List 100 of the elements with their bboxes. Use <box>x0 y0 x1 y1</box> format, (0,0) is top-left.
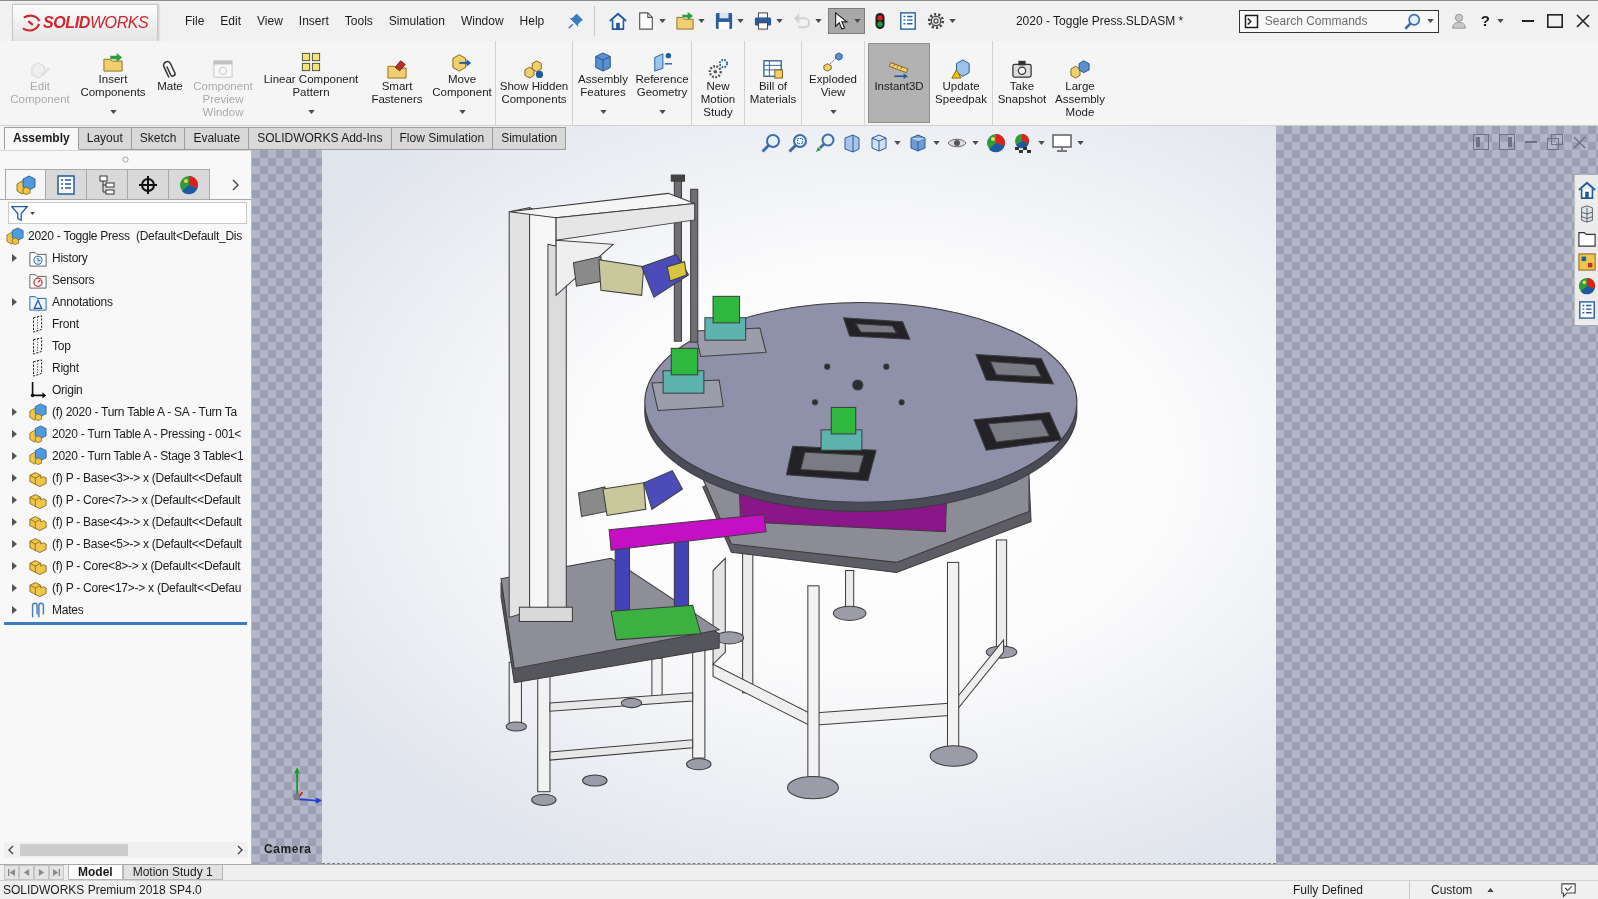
units-selector[interactable]: Custom <box>1431 882 1473 898</box>
scrollbar-thumb[interactable] <box>20 844 128 856</box>
expand-arrow-icon[interactable] <box>11 254 17 262</box>
ribbon-button[interactable]: Smart Fasteners <box>365 43 429 123</box>
tree-item[interactable]: Sensors <box>52 272 95 288</box>
tree-item[interactable]: (f) P - Core<17>-> x (Default<<Defau <box>52 580 242 596</box>
horizontal-scrollbar[interactable] <box>4 842 247 858</box>
menu-item[interactable]: Edit <box>212 11 250 31</box>
command-prompt-icon <box>1243 13 1259 29</box>
caret-icon[interactable] <box>1426 19 1434 23</box>
command-tab[interactable]: Flow Simulation <box>391 127 494 150</box>
ribbon-button[interactable]: Move Component <box>429 43 495 123</box>
shaded-cube-icon <box>908 132 928 153</box>
folder-icon[interactable] <box>1577 229 1596 247</box>
chat-check-icon[interactable] <box>1560 882 1577 898</box>
expand-arrow-icon[interactable] <box>11 518 17 526</box>
ribbon-button[interactable]: Update Speedpak <box>930 43 992 123</box>
chevron-right-icon[interactable] <box>237 845 243 855</box>
maximize-icon[interactable] <box>1547 14 1563 28</box>
ribbon-button[interactable]: Take Snapshot <box>993 43 1051 123</box>
expand-arrow-icon[interactable] <box>11 540 17 548</box>
color-ball-icon[interactable] <box>1577 277 1596 295</box>
tree-item[interactable]: (f) 2020 - Turn Table A - SA - Turn Ta <box>52 404 237 420</box>
tree-item[interactable]: Mates <box>52 602 84 618</box>
tree-item[interactable]: (f) P - Core<7>-> x (Default<<Default <box>52 492 241 508</box>
search-field[interactable]: Search Commands <box>1264 13 1398 29</box>
command-tab[interactable]: Assembly <box>4 127 79 150</box>
expand-arrow-icon[interactable] <box>11 408 17 416</box>
menu-item[interactable]: Simulation <box>380 11 453 31</box>
sheet-tab[interactable]: Motion Study 1 <box>122 865 223 880</box>
menu-item[interactable]: Tools <box>336 11 381 31</box>
menu-item[interactable]: File <box>177 11 213 31</box>
tree-item[interactable]: (f) P - Base<5>-> x (Default<<Default <box>52 536 242 552</box>
tree-item[interactable]: 2020 - Toggle Press (Default<Default_Dis <box>28 228 242 244</box>
triangle-right-icon[interactable] <box>38 869 45 876</box>
chevron-right-icon[interactable] <box>232 178 239 191</box>
search-box[interactable]: Search Commands <box>1238 9 1439 33</box>
tree-item[interactable]: 2020 - Turn Table A - Pressing - 001< <box>52 426 241 442</box>
select-button[interactable] <box>828 8 866 34</box>
expand-arrow-icon[interactable] <box>11 584 17 592</box>
ribbon-button[interactable]: Insert Components <box>75 43 151 123</box>
ribbon-button[interactable]: Bill of Materials <box>745 43 801 123</box>
command-tab[interactable]: Sketch <box>131 127 186 150</box>
plane-point-icon <box>652 52 672 72</box>
sheet-tab[interactable]: Model <box>68 865 123 880</box>
menu-item[interactable]: View <box>249 11 291 31</box>
expand-arrow-icon[interactable] <box>11 606 17 614</box>
menu-item[interactable]: Window <box>452 11 512 31</box>
tree-item[interactable]: 2020 - Turn Table A - Stage 3 Table<1 <box>52 448 244 464</box>
manager-tab[interactable] <box>128 169 169 199</box>
view-label: Camera <box>264 841 313 856</box>
palette-grid-icon[interactable] <box>1577 253 1596 271</box>
expand-arrow-icon[interactable] <box>11 474 17 482</box>
tree-item[interactable]: (f) P - Core<8>-> x (Default<<Default <box>52 558 241 574</box>
splitter-handle-icon[interactable] <box>122 156 129 163</box>
triangle-left-icon[interactable] <box>23 869 30 876</box>
ribbon-button[interactable]: Exploded View <box>802 43 864 123</box>
command-tab[interactable]: Evaluate <box>185 127 250 150</box>
filter-field[interactable] <box>8 202 247 224</box>
ribbon-button[interactable]: Large Assembly Mode <box>1051 43 1109 123</box>
menu-item[interactable]: Insert <box>290 11 337 31</box>
expand-arrow-icon[interactable] <box>11 298 17 306</box>
tree-item[interactable]: Origin <box>52 382 83 398</box>
tree-item[interactable]: History <box>52 250 88 266</box>
expand-arrow-icon[interactable] <box>11 430 17 438</box>
command-tab[interactable]: SOLIDWORKS Add-Ins <box>249 127 392 150</box>
tree-item[interactable]: Annotations <box>52 294 113 310</box>
ribbon-button[interactable]: Reference Geometry <box>633 43 691 123</box>
expand-arrow-icon[interactable] <box>11 496 17 504</box>
chevron-left-icon[interactable] <box>8 845 14 855</box>
cube-icon <box>869 132 889 153</box>
tree-item[interactable]: (f) P - Base<4>-> x (Default<<Default <box>52 514 242 530</box>
caret-icon <box>1497 19 1504 23</box>
expand-arrow-icon[interactable] <box>11 452 17 460</box>
ribbon-button[interactable]: Linear Component Pattern <box>257 43 365 123</box>
ribbon-button[interactable]: Instant3D <box>868 43 930 123</box>
command-tab[interactable]: Simulation <box>493 127 567 150</box>
caret-up-icon[interactable] <box>1487 888 1495 892</box>
tree-item[interactable]: Top <box>52 338 71 354</box>
ribbon-button[interactable]: Mate <box>151 43 189 123</box>
menu-item[interactable]: Help <box>511 11 553 31</box>
house-icon[interactable] <box>1577 181 1596 199</box>
ribbon-button[interactable]: Assembly Features <box>573 43 633 123</box>
tree-item[interactable]: Front <box>52 316 79 332</box>
close-icon[interactable] <box>1576 14 1590 28</box>
expand-arrow-icon[interactable] <box>11 562 17 570</box>
command-tab[interactable]: Layout <box>78 127 132 150</box>
help-button[interactable]: ? <box>1478 12 1506 30</box>
skip-right-icon[interactable] <box>53 869 60 876</box>
ribbon-button[interactable]: New Motion Study <box>692 43 744 123</box>
list-icon[interactable] <box>1577 301 1596 319</box>
window-icon <box>213 59 233 79</box>
cube-icon <box>593 52 613 72</box>
tree-item[interactable]: Right <box>52 360 79 376</box>
ribbon-button[interactable]: Show Hidden Components <box>496 43 572 123</box>
status-text: Fully Defined <box>1292 882 1363 898</box>
skip-left-icon[interactable] <box>8 869 15 876</box>
pin-icon[interactable] <box>568 13 585 29</box>
search-icon[interactable] <box>1403 12 1421 30</box>
tree-item[interactable]: (f) P - Base<3>-> x (Default<<Default <box>52 470 242 486</box>
